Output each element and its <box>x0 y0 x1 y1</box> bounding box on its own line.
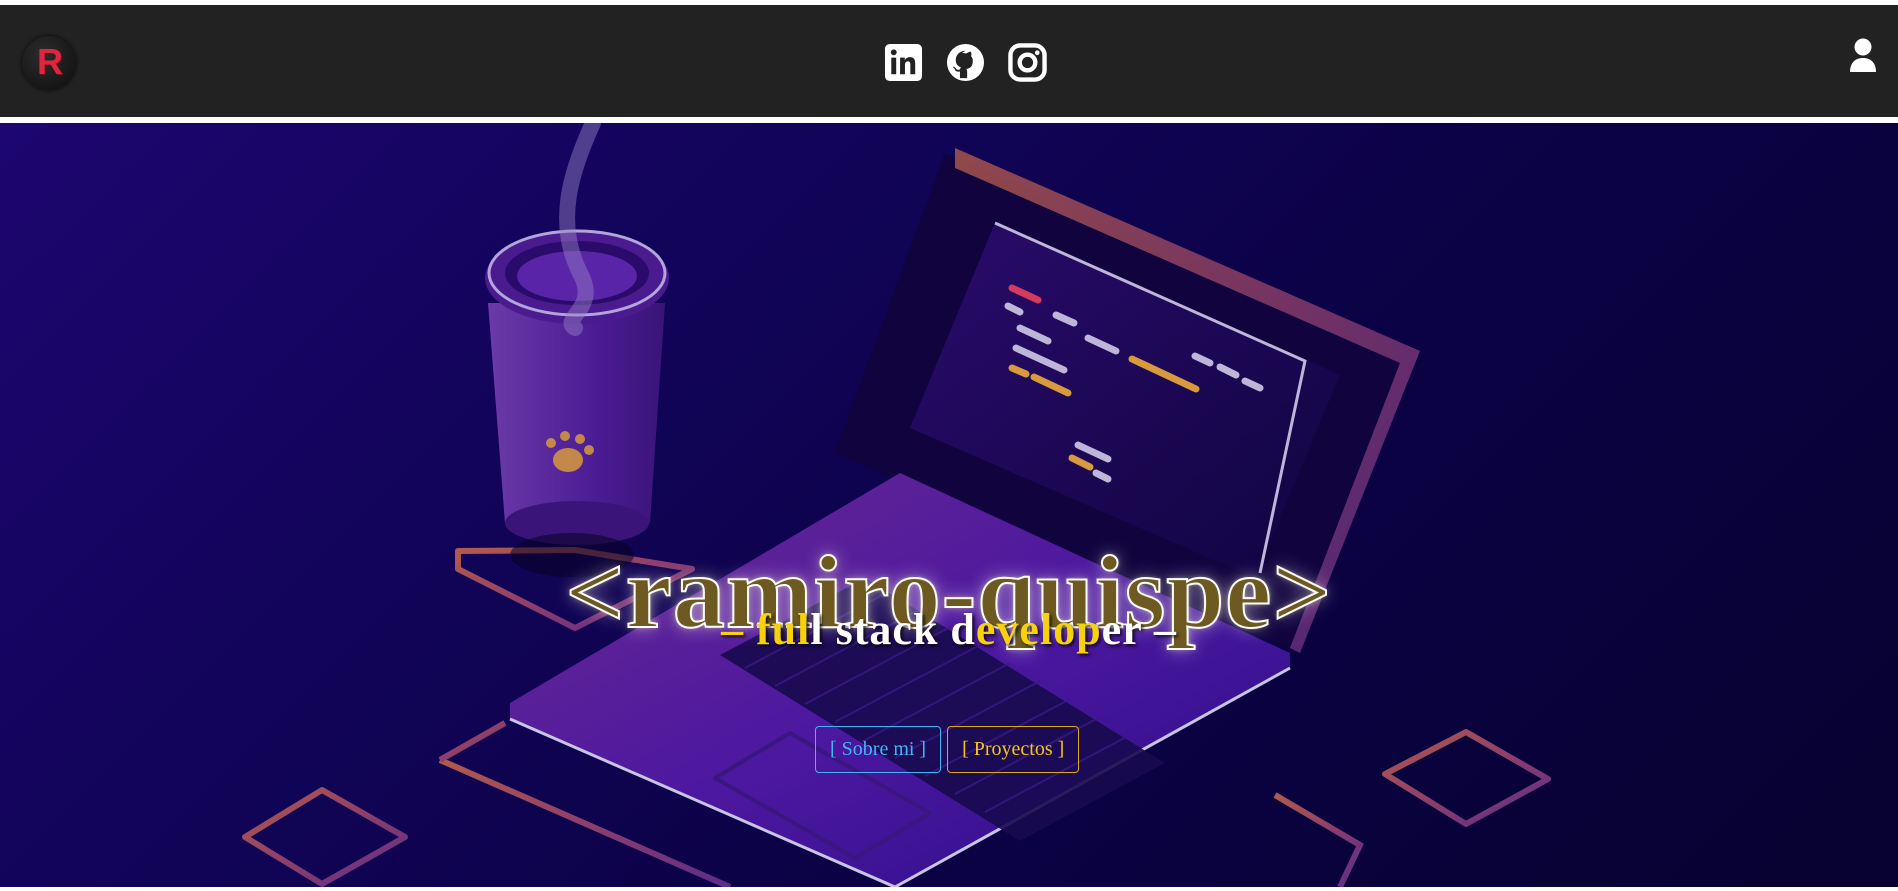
projects-button[interactable]: [ Proyectos ] <box>947 726 1080 773</box>
subtitle-part-4: er – <box>1101 605 1177 654</box>
about-me-button[interactable]: [ Sobre mi ] <box>815 726 942 773</box>
logo[interactable]: R <box>22 36 76 90</box>
subtitle-part-1: ful <box>756 605 811 654</box>
hero-buttons: [ Sobre mi ] [ Proyectos ] <box>815 726 1080 773</box>
navbar: R <box>0 5 1898 117</box>
user-icon[interactable] <box>1849 38 1877 74</box>
github-icon[interactable] <box>946 43 985 82</box>
logo-letter: R <box>37 41 63 82</box>
social-links <box>884 43 1047 82</box>
subtitle-part-3: evelop <box>975 605 1102 654</box>
subtitle-dash-left: – <box>721 605 757 654</box>
instagram-icon[interactable] <box>1008 43 1047 82</box>
linkedin-icon[interactable] <box>884 43 923 82</box>
subtitle-part-2: l stack d <box>810 605 976 654</box>
hero-subtitle: – full stack developer – <box>0 604 1898 655</box>
